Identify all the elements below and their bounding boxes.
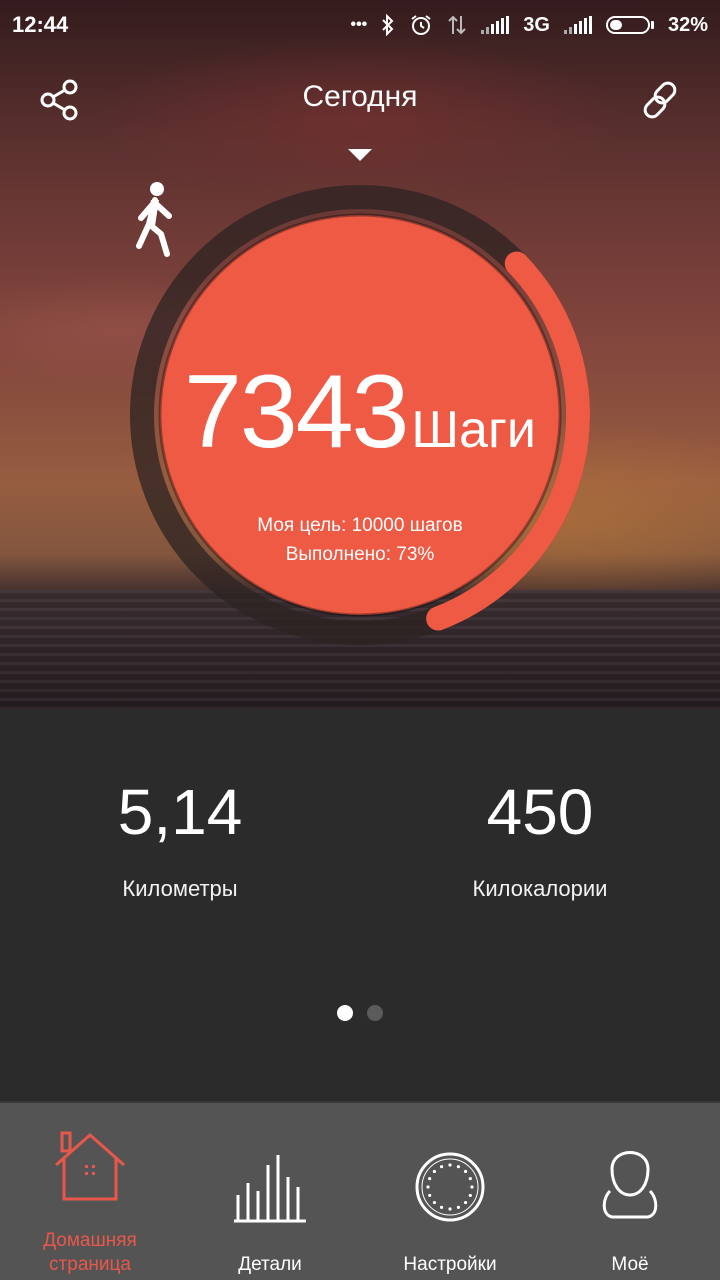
dial-dot [456,1205,461,1209]
page-dot[interactable] [337,1005,353,1021]
dial-dot [439,1205,444,1209]
dial-dot [463,1200,468,1205]
battery-icon [605,16,654,34]
dial-dot [432,1169,437,1174]
steps-unit: Шаги [411,401,536,459]
alarm-icon [411,15,431,35]
page-dot[interactable] [367,1005,383,1021]
link-button[interactable] [636,76,684,124]
nav-item-settings[interactable]: Настройки [360,1103,540,1280]
page-indicator [0,1005,720,1021]
page-title[interactable]: Сегодня [0,80,720,114]
battery-percent: 32% [667,13,708,36]
dial-dot [468,1193,472,1198]
dial-dot [426,1185,430,1189]
nav-item-mine[interactable]: Моё [540,1103,720,1280]
bottom-nav: Домашняя страница Детали Настройки Моё [0,1103,720,1280]
dial-dot [463,1169,468,1174]
status-bar: 12:44 ••• 3G 32% [0,0,720,50]
nav-item-home[interactable]: Домашняя страница [0,1103,180,1280]
signal-icon [481,16,510,34]
dial-dot [448,1207,452,1211]
dial-settings-icon [415,1152,485,1222]
stats-panel[interactable]: 5,14 Километры 450 Килокалории [0,710,720,1103]
dial-dot [448,1163,452,1167]
top-bar: Сегодня [0,60,720,140]
link-icon [643,81,677,119]
nav-item-details[interactable]: Детали [180,1103,360,1280]
distance-stat: 5,14 Километры [0,780,360,902]
bar-chart-icon [234,1155,306,1223]
calories-value: 450 [486,776,594,848]
dial-dot [470,1185,474,1189]
dial-dot [439,1165,444,1169]
distance-value: 5,14 [117,776,243,848]
calories-label: Килокалории [472,876,608,901]
data-arrows-icon [448,15,466,35]
walking-person-icon [136,182,172,257]
distance-label: Километры [122,876,238,901]
nav-label-details: Детали [238,1254,302,1275]
bluetooth-icon [382,14,394,36]
status-time: 12:44 [12,12,69,37]
status-dots: ••• [350,16,368,33]
profile-icon [602,1151,658,1219]
steps-value: 7343 [184,354,409,470]
completion-text: Выполнено: 73% [285,544,435,565]
dial-dot [428,1176,432,1181]
dial-dot [432,1200,437,1205]
dial-dot [468,1176,472,1181]
network-type: 3G [523,13,550,36]
goal-text: Моя цель: 10000 шагов [257,515,463,536]
signal-icon-2 [563,16,592,34]
home-icon [55,1131,125,1201]
nav-label-home: Домашняя страница [43,1230,137,1275]
nav-label-mine: Моё [611,1254,649,1275]
steps-ring: 7343 Шаги Моя цель: 10000 шагов Выполнен… [125,180,595,650]
triangle-down-icon[interactable] [347,148,373,162]
nav-label-settings: Настройки [403,1254,497,1275]
calories-stat: 450 Килокалории [360,780,720,902]
steps-count: 7343 Шаги [125,360,595,464]
dial-dot [456,1165,461,1169]
dial-dot [428,1193,432,1198]
